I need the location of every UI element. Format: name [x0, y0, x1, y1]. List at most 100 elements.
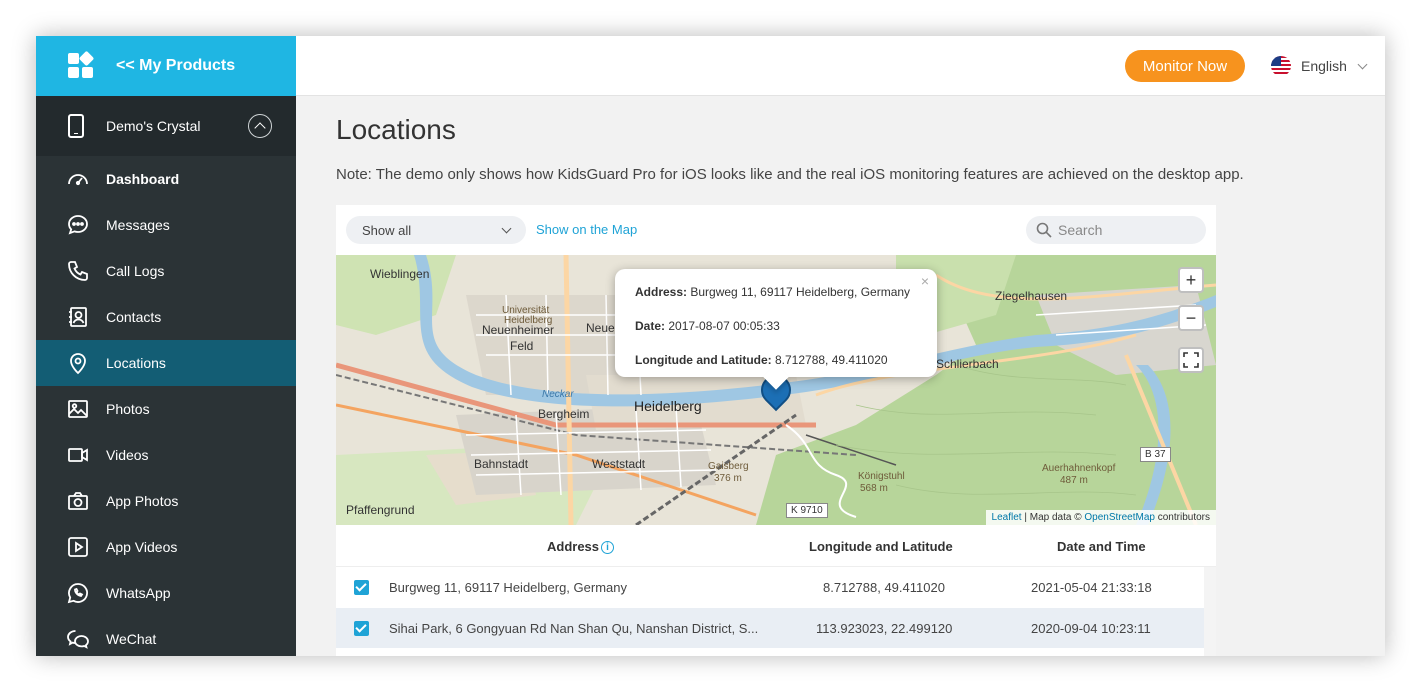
- sidebar-item-label: Contacts: [106, 309, 162, 325]
- app-window: << My Products Demo's Crystal Dashboard …: [36, 36, 1385, 656]
- dashboard-icon: [66, 167, 90, 191]
- search-icon: [1036, 222, 1052, 238]
- photo-icon: [66, 397, 90, 421]
- leaflet-link[interactable]: Leaflet: [992, 512, 1022, 523]
- sidebar-item-app-photos[interactable]: App Photos: [36, 478, 296, 524]
- openstreetmap-link[interactable]: OpenStreetMap: [1084, 512, 1155, 523]
- sidebar-item-label: Locations: [106, 355, 166, 371]
- sidebar-item-locations[interactable]: Locations: [36, 340, 296, 386]
- sidebar-item-app-videos[interactable]: App Videos: [36, 524, 296, 570]
- column-header-datetime: Date and Time: [1057, 539, 1146, 554]
- sidebar-item-label: Dashboard: [106, 171, 180, 187]
- sidebar: << My Products Demo's Crystal Dashboard …: [36, 36, 296, 656]
- sidebar-item-label: App Photos: [106, 493, 179, 509]
- popup-date-label: Date:: [635, 319, 666, 333]
- map-label-bergheim: Bergheim: [538, 407, 590, 421]
- device-name: Demo's Crystal: [106, 118, 201, 134]
- sidebar-item-call-logs[interactable]: Call Logs: [36, 248, 296, 294]
- camera-icon: [66, 489, 90, 513]
- monitor-now-button[interactable]: Monitor Now: [1125, 50, 1245, 82]
- column-header-address-label: Address: [547, 539, 600, 554]
- wechat-icon: [66, 627, 90, 651]
- table-header: Address i Longitude and Latitude Date and…: [336, 525, 1216, 567]
- play-icon: [66, 535, 90, 559]
- device-selector[interactable]: Demo's Crystal: [36, 96, 296, 156]
- sidebar-item-whatsapp[interactable]: WhatsApp: [36, 570, 296, 616]
- row-lonlat: 8.712788, 49.411020: [823, 580, 945, 595]
- map-label-auerhahnenkopf: Auerhahnenkopf: [1042, 463, 1116, 474]
- chevron-up-icon: [254, 122, 266, 134]
- map-label-ziegelhausen: Ziegelhausen: [995, 289, 1068, 303]
- table-row[interactable]: Burgweg 11, 69117 Heidelberg, Germany 8.…: [336, 567, 1204, 607]
- message-icon: [66, 213, 90, 237]
- popup-lonlat-label: Longitude and Latitude:: [635, 353, 772, 367]
- map-label-feld: Feld: [510, 339, 534, 353]
- sidebar-item-label: App Videos: [106, 539, 178, 555]
- zoom-in-button[interactable]: +: [1178, 267, 1204, 293]
- road-badge-b37: B 37: [1140, 447, 1171, 462]
- apps-icon: [68, 50, 95, 79]
- attribution-suffix: contributors: [1154, 512, 1210, 523]
- page-title: Locations: [336, 114, 456, 145]
- map-label-konigstuhl: Königstuhl: [858, 471, 905, 482]
- popup-address: Burgweg 11, 69117 Heidelberg, Germany: [690, 285, 911, 299]
- column-header-address[interactable]: Address i: [547, 539, 615, 554]
- row-checkbox[interactable]: [354, 580, 369, 595]
- table-row[interactable]: Sihai Park, 6 Gongyuan Rd Nan Shan Qu, N…: [336, 608, 1204, 648]
- sidebar-item-dashboard[interactable]: Dashboard: [36, 156, 296, 202]
- filter-dropdown[interactable]: Show all: [346, 216, 526, 244]
- map-label-neckar: Neckar: [542, 389, 574, 400]
- location-popup: × Address: Burgweg 11, 69117 Heidelberg,…: [615, 269, 937, 390]
- sidebar-item-contacts[interactable]: Contacts: [36, 294, 296, 340]
- row-checkbox[interactable]: [354, 621, 369, 636]
- my-products-label: << My Products: [116, 57, 236, 74]
- map-label-gaisberg: Gaisberg: [708, 461, 749, 472]
- info-icon[interactable]: i: [601, 541, 615, 554]
- map-label-konigstuhl-elevation: 568 m: [860, 483, 888, 494]
- sidebar-item-videos[interactable]: Videos: [36, 432, 296, 478]
- map-label-neuenheimer: Neuenheimer: [482, 323, 555, 337]
- zoom-out-button[interactable]: −: [1178, 305, 1204, 331]
- row-lonlat: 113.923023, 22.499120: [816, 621, 953, 636]
- top-bar: Monitor Now English: [296, 36, 1385, 96]
- table-scrollbar[interactable]: [1204, 567, 1216, 656]
- column-header-lonlat: Longitude and Latitude: [809, 539, 953, 554]
- sidebar-item-photos[interactable]: Photos: [36, 386, 296, 432]
- popup-date: 2017-08-07 00:05:33: [668, 319, 780, 333]
- locations-panel: Show all Show on the Map Search Wiebling…: [336, 205, 1216, 656]
- close-icon[interactable]: ×: [921, 273, 929, 289]
- chevron-down-icon: [1357, 59, 1368, 69]
- map-label-wieblingen: Wieblingen: [370, 267, 430, 281]
- map-label-weststadt: Weststadt: [592, 457, 646, 471]
- fullscreen-button[interactable]: [1178, 347, 1204, 373]
- map-label-auerhahnenkopf-elevation: 487 m: [1060, 475, 1088, 486]
- sidebar-item-messages[interactable]: Messages: [36, 202, 296, 248]
- us-flag-icon: [1271, 56, 1291, 76]
- search-box[interactable]: [1026, 216, 1206, 244]
- language-selector[interactable]: English: [1271, 56, 1368, 76]
- my-products-link[interactable]: << My Products: [36, 36, 296, 96]
- filter-value: Show all: [362, 222, 412, 238]
- phone-device-icon: [68, 114, 84, 138]
- map-label-heidelberg: Heidelberg: [634, 398, 702, 414]
- location-pin-icon: [66, 351, 90, 375]
- map-label-gaisberg-elevation: 376 m: [714, 473, 742, 484]
- map-view[interactable]: Wieblingen Ziegelhausen Universität Heid…: [336, 255, 1216, 525]
- demo-note: Note: The demo only shows how KidsGuard …: [336, 166, 1244, 183]
- phone-icon: [66, 259, 90, 283]
- fullscreen-icon: [1183, 352, 1199, 368]
- map-attribution: Leaflet | Map data © OpenStreetMap contr…: [985, 510, 1216, 525]
- map-label-pfaffengrund: Pfaffengrund: [346, 503, 415, 517]
- video-icon: [66, 443, 90, 467]
- collapse-device-button[interactable]: [248, 114, 272, 138]
- search-input[interactable]: [1058, 222, 1198, 238]
- chevron-down-icon: [501, 223, 512, 234]
- sidebar-item-label: WhatsApp: [106, 585, 171, 601]
- row-address: Sihai Park, 6 Gongyuan Rd Nan Shan Qu, N…: [389, 621, 759, 636]
- map-label-neue: Neue: [586, 321, 615, 335]
- sidebar-item-label: Call Logs: [106, 263, 165, 279]
- show-on-map-link[interactable]: Show on the Map: [536, 222, 637, 237]
- row-datetime: 2021-05-04 21:33:18: [1031, 580, 1152, 595]
- sidebar-item-wechat[interactable]: WeChat: [36, 616, 296, 656]
- map-label-bahnstadt: Bahnstadt: [474, 457, 529, 471]
